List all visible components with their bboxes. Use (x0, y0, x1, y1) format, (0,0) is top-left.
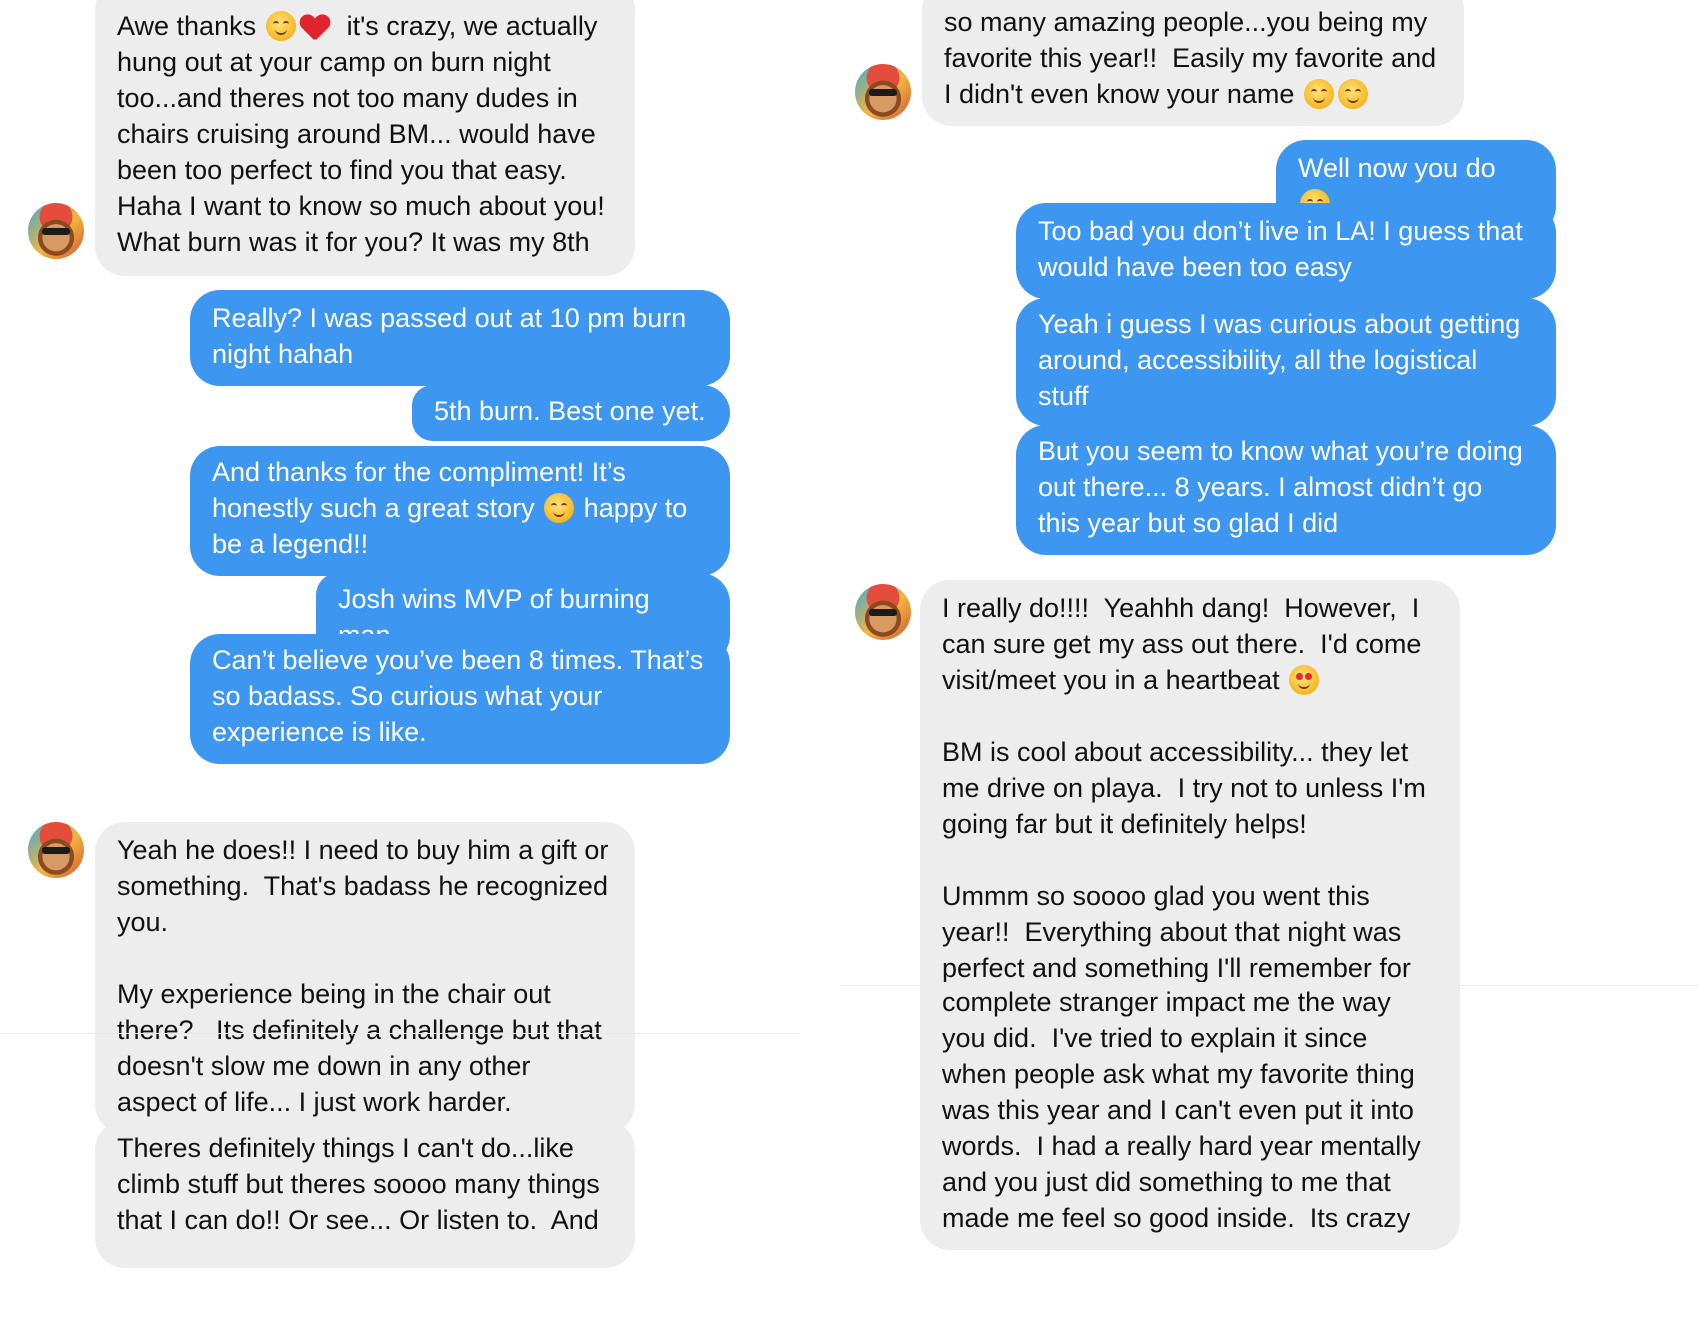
incoming-message[interactable]: I really do!!!! Yeahhh dang! However, I … (920, 580, 1460, 990)
left-chat-column: Awe thanks it's crazy, we actually hung … (0, 0, 800, 1334)
outgoing-message[interactable]: But you seem to know what you’re doing o… (1016, 425, 1556, 555)
winking-face-icon (544, 493, 575, 523)
incoming-message[interactable]: Awe thanks it's crazy, we actually hung … (95, 0, 635, 276)
outgoing-message[interactable]: And thanks for the compliment! It’s hone… (190, 446, 730, 576)
contact-avatar[interactable] (28, 822, 84, 878)
smiling-face-icon (1337, 79, 1368, 109)
contact-avatar[interactable] (28, 203, 84, 259)
outgoing-message[interactable]: Can’t believe you’ve been 8 times. That’… (190, 634, 730, 764)
incoming-message[interactable]: complete stranger impact me the way you … (920, 982, 1460, 1250)
smiling-face-icon (265, 11, 296, 41)
red-heart-icon (300, 13, 330, 41)
incoming-message[interactable]: Theres definitely things I can't do...li… (95, 1120, 635, 1268)
heart-eyes-face-icon (1289, 665, 1320, 695)
screenshot-seam (0, 1033, 800, 1034)
contact-avatar[interactable] (855, 584, 911, 640)
incoming-message[interactable]: so many amazing people...you being my fa… (922, 0, 1464, 126)
incoming-message[interactable]: Yeah he does!! I need to buy him a gift … (95, 822, 635, 1134)
contact-avatar[interactable] (855, 64, 911, 120)
smiling-face-icon (1303, 79, 1334, 109)
outgoing-message[interactable]: 5th burn. Best one yet. (412, 385, 730, 441)
outgoing-message[interactable]: Yeah i guess I was curious about getting… (1016, 298, 1556, 426)
right-chat-column: so many amazing people...you being my fa… (840, 0, 1698, 1334)
outgoing-message[interactable]: Really? I was passed out at 10 pm burn n… (190, 290, 730, 386)
outgoing-message[interactable]: Too bad you don’t live in LA! I guess th… (1016, 203, 1556, 299)
